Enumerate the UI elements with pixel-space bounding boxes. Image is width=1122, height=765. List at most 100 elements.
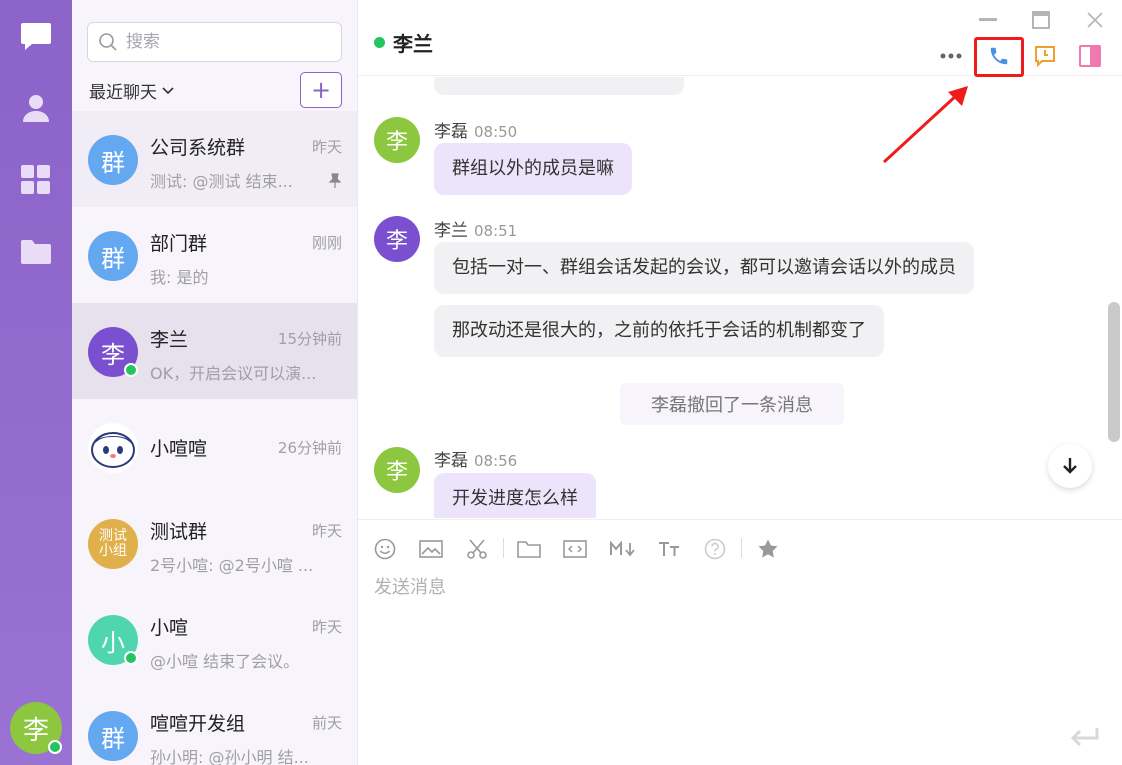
sender-name: 李磊 [434, 122, 468, 142]
close-button[interactable] [1085, 10, 1105, 30]
message-time: 08:50 [474, 123, 518, 141]
message-avatar[interactable]: 李 [374, 117, 420, 163]
recent-chats-label: 最近聊天 [89, 83, 157, 103]
conversation-list: 最近聊天 + 群 公司系统群 昨天 测试: @测试 结束... 群 部门群 刚刚… [72, 0, 358, 765]
recent-chats-dropdown[interactable]: 最近聊天 [89, 78, 175, 103]
message-avatar[interactable]: 李 [374, 216, 420, 262]
online-status-dot [48, 740, 62, 754]
screenshot-button[interactable] [465, 537, 489, 561]
sidebar-toggle-button[interactable] [1074, 40, 1106, 72]
conversation-item[interactable]: 小喧喧 26分钟前 [72, 399, 357, 495]
message-bubble[interactable]: 开发进度怎么样 [434, 473, 596, 518]
toolbar-divider [503, 538, 504, 558]
chat-icon[interactable] [20, 20, 52, 52]
pin-icon [328, 173, 342, 188]
previous-message-bubble [434, 77, 684, 95]
online-status-dot [124, 651, 138, 665]
clock-icon [1035, 46, 1055, 68]
conversation-time: 昨天 [311, 522, 342, 540]
folder-icon [517, 541, 541, 558]
conversation-name: 公司系统群 [150, 137, 246, 159]
conversation-avatar: 小 [88, 615, 138, 665]
maximize-button[interactable] [1031, 10, 1051, 30]
toolbar-divider [741, 538, 742, 558]
conversation-preview: 我: 是的 [150, 268, 209, 287]
message-avatar[interactable]: 李 [374, 447, 420, 493]
conversation-name: 测试群 [150, 521, 208, 543]
add-button-label: + [310, 76, 332, 104]
chat-header: 李兰 [358, 0, 1122, 77]
message-sender: 李磊 08:50 [434, 117, 517, 142]
avatar-text: 群 [101, 724, 125, 753]
conversation-item[interactable]: 群 喧喧开发组 前天 孙小明: @孙小明 结... [72, 687, 357, 765]
conversation-item[interactable]: 小 小喧 昨天 @小喧 结束了会议。 [72, 591, 357, 687]
conversation-item[interactable]: 群 部门群 刚刚 我: 是的 [72, 207, 357, 303]
sidebar-toggle-icon [1079, 45, 1101, 67]
conversation-time: 昨天 [311, 618, 342, 636]
code-button[interactable] [563, 537, 587, 561]
chevron-down-icon [162, 86, 174, 94]
message-sender: 李磊 08:56 [434, 446, 517, 471]
file-button[interactable] [517, 537, 541, 561]
message-bubble[interactable]: 包括一对一、群组会话发起的会议，都可以邀请会话以外的成员 [434, 242, 974, 294]
search-input[interactable] [126, 32, 326, 52]
conversation-name: 部门群 [150, 233, 208, 255]
conversation-name: 小喧喧 [150, 438, 208, 460]
minimize-button[interactable] [978, 10, 998, 30]
enter-icon [1070, 728, 1099, 747]
conversation-avatar: 群 [88, 231, 138, 281]
history-button[interactable] [1029, 40, 1061, 72]
conversation-name: 喧喧开发组 [150, 713, 246, 735]
image-icon [419, 540, 443, 558]
conversation-time: 26分钟前 [277, 439, 342, 457]
message-input[interactable] [374, 573, 1104, 713]
mascot-icon [89, 424, 137, 472]
avatar-text: 李 [385, 460, 408, 485]
emoji-button[interactable] [373, 537, 397, 561]
conversation-time: 刚刚 [311, 234, 342, 252]
markdown-button[interactable] [609, 537, 637, 561]
avatar-text: 小 [101, 628, 125, 657]
scroll-to-bottom-button[interactable] [1048, 444, 1092, 488]
message-bubble[interactable]: 那改动还是很大的，之前的依托于会话的机制都变了 [434, 305, 884, 357]
conversation-avatar: 李 [88, 327, 138, 377]
chat-panel: 李兰 李 李磊 08:50 群组以外的成员是嘛 李 李兰 08:51 包括一对一… [358, 0, 1122, 765]
message-scrollbar[interactable] [1108, 302, 1120, 442]
conversation-time: 昨天 [311, 138, 342, 156]
help-button[interactable] [703, 537, 727, 561]
user-avatar[interactable]: 李 [10, 702, 62, 754]
conversation-item[interactable]: 李 李兰 15分钟前 OK，开启会议可以演... [72, 303, 357, 399]
search-box[interactable] [87, 22, 342, 62]
user-avatar-text: 李 [22, 715, 49, 746]
conversation-preview: @小喧 结束了会议。 [150, 652, 300, 671]
message-bubble[interactable]: 群组以外的成员是嘛 [434, 143, 632, 195]
image-button[interactable] [419, 537, 443, 561]
conversation-name: 小喧 [150, 617, 189, 639]
conversation-time: 前天 [311, 714, 342, 732]
mascot-avatar [88, 423, 138, 473]
system-notice: 李磊撤回了一条消息 [620, 383, 844, 425]
conversation-avatar: 测试 小组 [88, 519, 138, 569]
conversation-item[interactable]: 群 公司系统群 昨天 测试: @测试 结束... [72, 111, 357, 207]
font-size-icon [659, 542, 679, 556]
conversation-avatar: 群 [88, 711, 138, 761]
send-button[interactable] [1068, 724, 1102, 752]
more-button[interactable] [935, 40, 967, 72]
avatar-text: 测试 [99, 528, 127, 544]
conversation-item[interactable]: 测试 小组 测试群 昨天 2号小喧: @2号小喧 ... [72, 495, 357, 591]
message-time: 08:51 [474, 222, 518, 240]
font-size-button[interactable] [657, 537, 681, 561]
favorite-button[interactable] [756, 537, 780, 561]
contacts-icon[interactable] [20, 92, 52, 124]
conversation-preview: 2号小喧: @2号小喧 ... [150, 556, 314, 575]
add-conversation-button[interactable]: + [300, 72, 342, 108]
composer-toolbar [358, 519, 1122, 573]
folder-icon[interactable] [20, 236, 52, 268]
emoji-icon [374, 538, 396, 560]
apps-icon[interactable] [20, 164, 52, 196]
close-icon [1087, 12, 1103, 28]
code-icon [563, 540, 587, 558]
conversation-preview: 孙小明: @孙小明 结... [150, 748, 309, 765]
call-button-highlight [974, 37, 1024, 77]
message-time: 08:56 [474, 452, 518, 470]
